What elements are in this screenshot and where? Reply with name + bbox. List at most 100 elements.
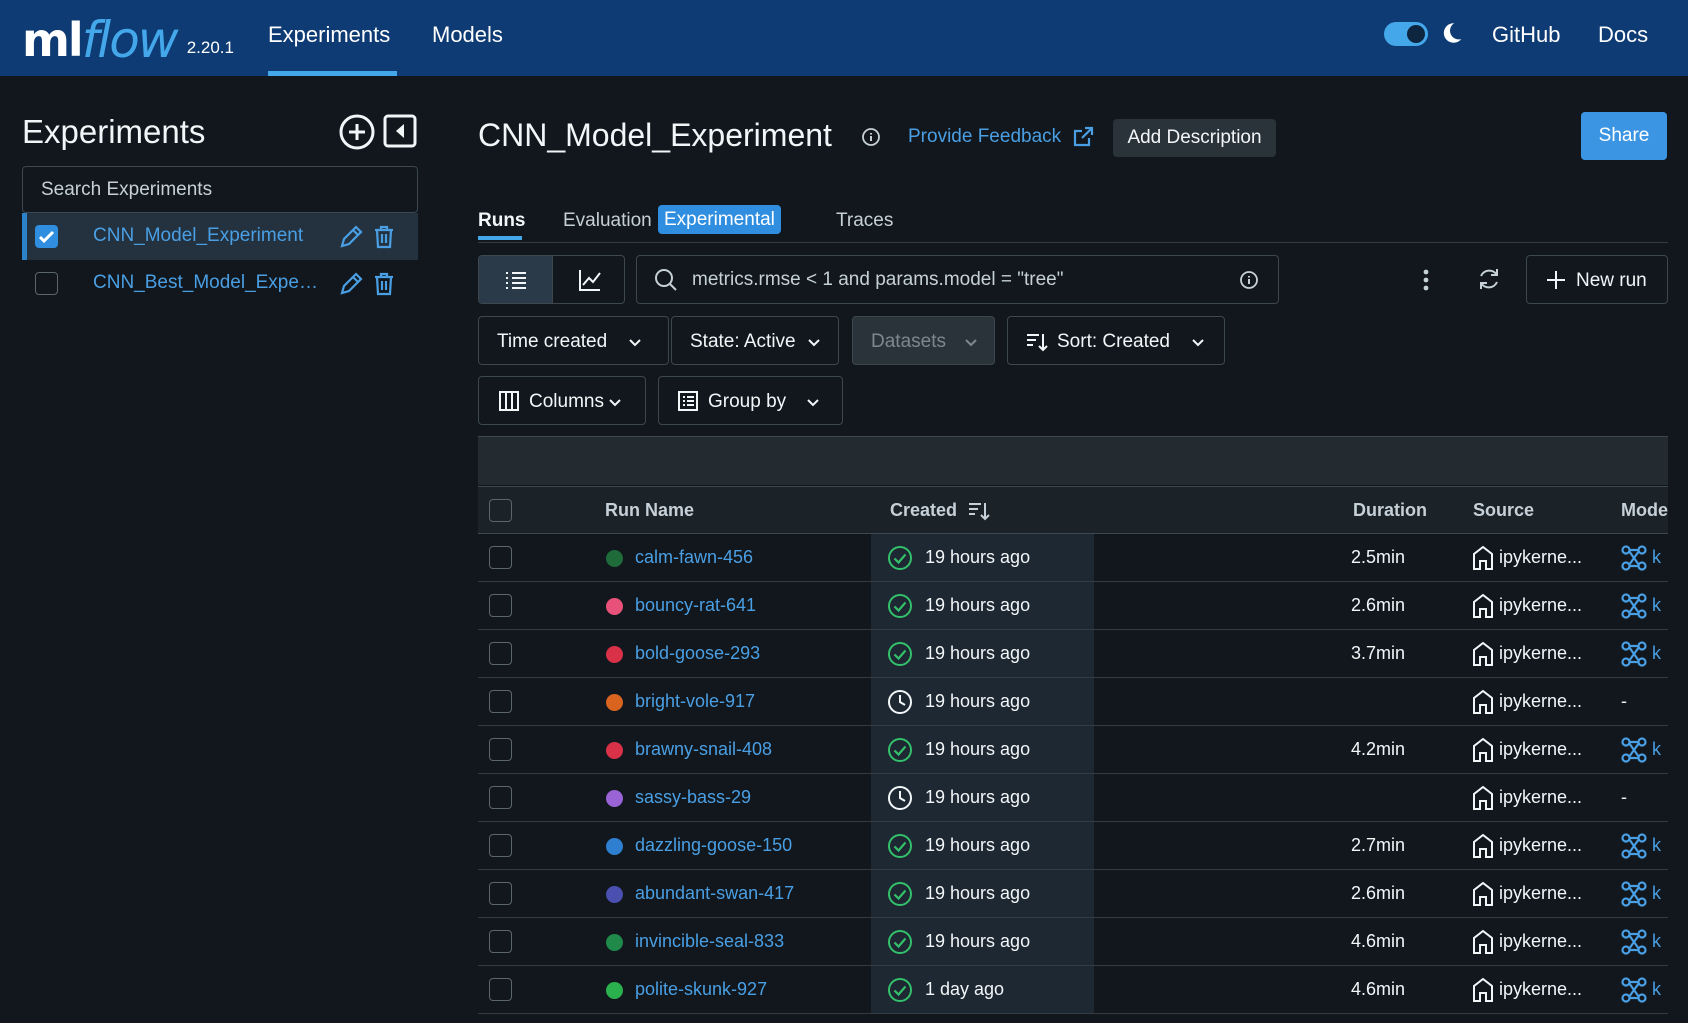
experiment-item[interactable]: CNN_Model_Experiment xyxy=(22,213,418,260)
run-color-dot[interactable] xyxy=(606,982,623,999)
model-value[interactable]: k xyxy=(1652,835,1661,856)
tab-runs[interactable]: Runs xyxy=(478,210,526,232)
run-name-link[interactable]: abundant-swan-417 xyxy=(635,883,794,904)
run-color-dot[interactable] xyxy=(606,934,623,951)
model-value[interactable]: k xyxy=(1652,547,1661,568)
table-row[interactable]: dazzling-goose-150 19 hours ago 2.7min ipyk… xyxy=(478,822,1668,870)
model-value[interactable]: k xyxy=(1652,643,1661,664)
run-name-link[interactable]: calm-fawn-456 xyxy=(635,547,753,568)
new-run-button[interactable]: New run xyxy=(1526,255,1668,304)
source-value[interactable]: ipykerne... xyxy=(1499,547,1582,568)
nav-experiments[interactable]: Experiments xyxy=(268,22,390,48)
run-name-link[interactable]: bouncy-rat-641 xyxy=(635,595,756,616)
table-row[interactable]: bouncy-rat-641 19 hours ago 2.6min ipykerne… xyxy=(478,582,1668,630)
run-name-link[interactable]: bright-vole-917 xyxy=(635,691,755,712)
source-value[interactable]: ipykerne... xyxy=(1499,739,1582,760)
table-row[interactable]: bright-vole-917 19 hours ago ipykerne... - xyxy=(478,678,1668,726)
model-icon-link[interactable] xyxy=(1620,928,1648,961)
experiment-item[interactable]: CNN_Best_Model_Experi... xyxy=(22,260,418,307)
add-description-button[interactable]: Add Description xyxy=(1113,119,1276,157)
model-icon-link[interactable] xyxy=(1620,592,1648,625)
model-icon-link[interactable] xyxy=(1620,976,1648,1009)
run-color-dot[interactable] xyxy=(606,886,623,903)
row-checkbox[interactable] xyxy=(489,594,512,617)
edit-icon[interactable] xyxy=(338,271,364,297)
model-icon-link[interactable] xyxy=(1620,880,1648,913)
nav-models[interactable]: Models xyxy=(432,22,503,48)
tab-traces[interactable]: Traces xyxy=(836,210,893,232)
row-checkbox[interactable] xyxy=(489,546,512,569)
column-duration[interactable]: Duration xyxy=(1353,500,1427,521)
provide-feedback-link[interactable]: Provide Feedback xyxy=(908,126,1061,148)
trash-icon[interactable] xyxy=(372,224,396,250)
row-checkbox[interactable] xyxy=(489,978,512,1001)
run-name-link[interactable]: bold-goose-293 xyxy=(635,643,760,664)
run-name-link[interactable]: brawny-snail-408 xyxy=(635,739,772,760)
nav-docs[interactable]: Docs xyxy=(1598,22,1648,48)
model-icon-link[interactable] xyxy=(1620,544,1648,577)
model-value[interactable]: k xyxy=(1652,979,1661,1000)
time-created-dropdown[interactable]: Time created xyxy=(478,316,669,365)
chart-view-button[interactable] xyxy=(552,256,624,303)
row-checkbox[interactable] xyxy=(489,882,512,905)
model-icon-link[interactable] xyxy=(1620,640,1648,673)
table-row[interactable]: invincible-seal-833 19 hours ago 4.6min ipy… xyxy=(478,918,1668,966)
model-value[interactable]: k xyxy=(1652,931,1661,952)
run-name-link[interactable]: polite-skunk-927 xyxy=(635,979,767,1000)
model-icon-link[interactable] xyxy=(1620,832,1648,865)
row-checkbox[interactable] xyxy=(489,690,512,713)
source-value[interactable]: ipykerne... xyxy=(1499,931,1582,952)
row-checkbox[interactable] xyxy=(489,834,512,857)
sort-dropdown[interactable]: Sort: Created xyxy=(1007,316,1225,365)
model-icon-link[interactable] xyxy=(1620,736,1648,769)
column-models[interactable]: Mode xyxy=(1621,500,1668,521)
row-checkbox[interactable] xyxy=(489,642,512,665)
run-color-dot[interactable] xyxy=(606,646,623,663)
experiment-checkbox[interactable] xyxy=(35,225,58,248)
trash-icon[interactable] xyxy=(372,271,396,297)
model-value[interactable]: k xyxy=(1652,883,1661,904)
dark-mode-toggle[interactable] xyxy=(1384,22,1428,46)
tab-evaluation[interactable]: Evaluation xyxy=(563,210,652,232)
experiment-name[interactable]: CNN_Model_Experiment xyxy=(93,225,323,247)
table-row[interactable]: sassy-bass-29 19 hours ago ipykerne... - xyxy=(478,774,1668,822)
more-options-icon[interactable] xyxy=(1422,268,1430,292)
source-value[interactable]: ipykerne... xyxy=(1499,979,1582,1000)
mlflow-logo[interactable]: ml flow 2.20.1 xyxy=(22,6,234,66)
table-row[interactable]: abundant-swan-417 19 hours ago 2.6min ipyke… xyxy=(478,870,1668,918)
run-name-link[interactable]: dazzling-goose-150 xyxy=(635,835,792,856)
collapse-sidebar-icon[interactable] xyxy=(382,113,418,149)
runs-search-input[interactable]: metrics.rmse < 1 and params.model = "tre… xyxy=(636,255,1279,304)
state-dropdown[interactable]: State: Active xyxy=(671,316,839,365)
columns-dropdown[interactable]: Columns xyxy=(478,376,646,425)
refresh-icon[interactable] xyxy=(1476,266,1502,292)
group-by-dropdown[interactable]: Group by xyxy=(658,376,843,425)
select-all-checkbox[interactable] xyxy=(489,499,512,522)
experiment-name[interactable]: CNN_Best_Model_Experi... xyxy=(93,272,323,294)
source-value[interactable]: ipykerne... xyxy=(1499,643,1582,664)
source-value[interactable]: ipykerne... xyxy=(1499,595,1582,616)
nav-github[interactable]: GitHub xyxy=(1492,22,1560,48)
column-run-name[interactable]: Run Name xyxy=(605,500,694,521)
info-icon[interactable] xyxy=(861,127,881,147)
search-experiments-input[interactable]: Search Experiments xyxy=(22,166,418,213)
column-created[interactable]: Created xyxy=(890,500,957,521)
experiment-checkbox[interactable] xyxy=(35,272,58,295)
run-color-dot[interactable] xyxy=(606,550,623,567)
run-color-dot[interactable] xyxy=(606,598,623,615)
external-link-icon[interactable] xyxy=(1071,125,1095,149)
table-row[interactable]: calm-fawn-456 19 hours ago 2.5min ipykerne.… xyxy=(478,534,1668,582)
search-info-icon[interactable] xyxy=(1239,270,1259,290)
table-row[interactable]: brawny-snail-408 19 hours ago 4.2min ipyker… xyxy=(478,726,1668,774)
run-color-dot[interactable] xyxy=(606,838,623,855)
run-name-link[interactable]: sassy-bass-29 xyxy=(635,787,751,808)
run-color-dot[interactable] xyxy=(606,790,623,807)
table-row[interactable]: polite-skunk-927 1 day ago 4.6min ipykerne.… xyxy=(478,966,1668,1014)
table-row[interactable]: bold-goose-293 19 hours ago 3.7min ipykerne… xyxy=(478,630,1668,678)
add-experiment-icon[interactable] xyxy=(338,113,376,151)
column-source[interactable]: Source xyxy=(1473,500,1534,521)
edit-icon[interactable] xyxy=(338,224,364,250)
source-value[interactable]: ipykerne... xyxy=(1499,787,1582,808)
table-view-button[interactable] xyxy=(479,256,552,303)
run-color-dot[interactable] xyxy=(606,742,623,759)
